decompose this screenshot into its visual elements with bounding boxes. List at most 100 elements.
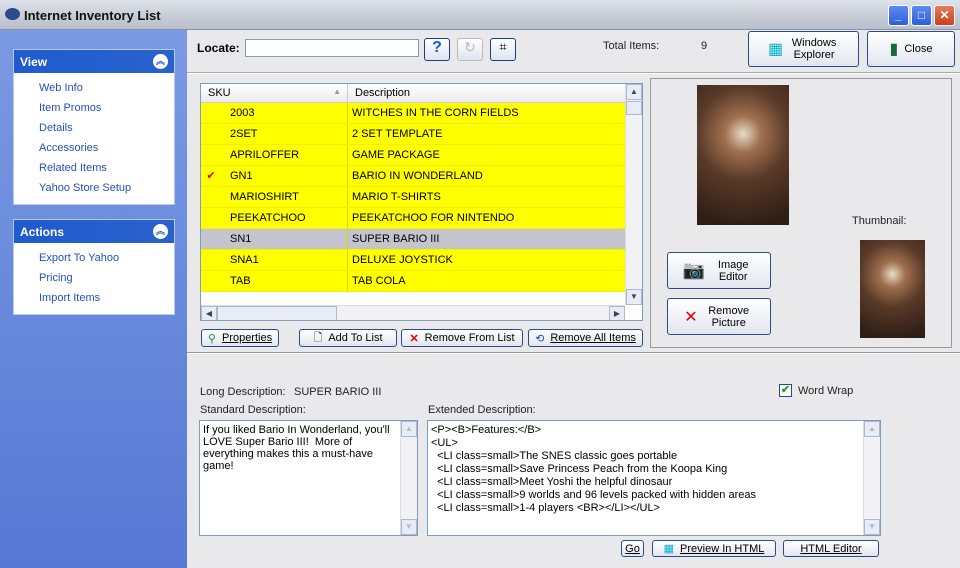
standard-scrollbar[interactable]: ▲ ▼ xyxy=(400,421,417,535)
row-check-icon xyxy=(201,271,221,291)
table-row[interactable]: TAB TAB COLA xyxy=(201,271,642,292)
scroll-left-icon[interactable]: ◀ xyxy=(201,306,217,320)
row-check-icon: ✔ xyxy=(206,170,216,182)
sidebar-item-accessories[interactable]: Accessories xyxy=(14,138,174,158)
collapse-icon[interactable]: ︽ xyxy=(153,54,168,69)
column-header-sku[interactable]: SKU ▲ xyxy=(201,84,348,102)
remove-icon: ✕ xyxy=(409,332,419,345)
actions-panel-header[interactable]: Actions ︽ xyxy=(14,220,174,243)
remove-from-list-button[interactable]: ✕ Remove From List xyxy=(401,329,523,347)
remove-picture-button[interactable]: ✕ Remove Picture xyxy=(667,298,771,335)
table-row[interactable]: APRILOFFER GAME PACKAGE xyxy=(201,145,642,166)
help-button[interactable]: ? xyxy=(424,38,450,61)
scroll-up-icon[interactable]: ▲ xyxy=(626,84,642,100)
add-to-list-button[interactable]: 🗋 Add To List xyxy=(299,329,397,347)
extended-description-label: Extended Description: xyxy=(428,404,536,416)
scroll-down-icon[interactable]: ▼ xyxy=(401,519,417,535)
locate-input[interactable] xyxy=(245,39,419,57)
row-check-icon xyxy=(201,208,221,228)
maximize-button[interactable]: □ xyxy=(911,5,932,26)
sku-cell: SN1 xyxy=(221,229,348,249)
word-wrap-checkbox[interactable]: ✔ xyxy=(779,384,792,397)
redo-button[interactable]: ↻ xyxy=(457,38,483,61)
table-row[interactable]: SNA1 DELUXE JOYSTICK xyxy=(201,250,642,271)
column-header-description[interactable]: Description xyxy=(348,84,642,102)
title-bar: Internet Inventory List _ □ ✕ xyxy=(0,0,960,30)
app-icon xyxy=(5,8,20,20)
table-row[interactable]: SN1 SUPER BARIO III xyxy=(201,229,642,250)
minimize-button[interactable]: _ xyxy=(888,5,909,26)
row-check-icon xyxy=(201,124,221,144)
properties-button[interactable]: ⚲ Properties xyxy=(201,329,279,347)
description-cell: 2 SET TEMPLATE xyxy=(352,128,443,140)
remove-picture-icon: ✕ xyxy=(684,308,698,326)
row-check-icon xyxy=(201,187,221,207)
horizontal-scrollbar[interactable]: ◀ ▶ xyxy=(201,305,625,320)
standard-description-label: Standard Description: xyxy=(200,404,306,416)
table-row[interactable]: PEEKATCHOO PEEKATCHOO FOR NINTENDO xyxy=(201,208,642,229)
divider xyxy=(187,352,960,354)
html-editor-button[interactable]: HTML Editor xyxy=(783,540,879,557)
extended-scrollbar[interactable]: ▲ ▼ xyxy=(863,421,880,535)
sidebar-item-yahoo-store-setup[interactable]: Yahoo Store Setup xyxy=(14,178,174,198)
scroll-up-icon[interactable]: ▲ xyxy=(864,421,880,437)
standard-description-textarea[interactable]: If you liked Bario In Wonderland, you'll… xyxy=(199,420,418,536)
sidebar-item-item-promos[interactable]: Item Promos xyxy=(14,98,174,118)
description-cell: GAME PACKAGE xyxy=(352,149,440,161)
sidebar-item-import-items[interactable]: Import Items xyxy=(14,288,174,308)
sidebar-item-details[interactable]: Details xyxy=(14,118,174,138)
grid-icon: ▦ xyxy=(663,543,675,555)
door-icon: ▮ xyxy=(889,41,899,58)
sort-asc-icon: ▲ xyxy=(333,87,341,96)
scroll-up-icon[interactable]: ▲ xyxy=(401,421,417,437)
sku-cell: TAB xyxy=(221,271,348,291)
description-cell: TAB COLA xyxy=(352,275,406,287)
sidebar-item-export-to-yahoo[interactable]: Export To Yahoo xyxy=(14,248,174,268)
scroll-down-icon[interactable]: ▼ xyxy=(864,519,880,535)
word-wrap-label: Word Wrap xyxy=(798,385,854,397)
extended-description-textarea[interactable]: <P><B>Features:</B> <UL> <LI class=small… xyxy=(427,420,881,536)
locate-label: Locate: xyxy=(197,41,240,55)
vertical-scrollbar[interactable]: ▲ ▼ xyxy=(625,84,642,305)
remove-all-items-button[interactable]: ⟲ Remove All Items xyxy=(528,329,643,347)
grid-rows: 2003 WITCHES IN THE CORN FIELDS 2SET 2 SET … xyxy=(201,103,642,292)
camera-icon: 📷 xyxy=(682,260,706,280)
table-row[interactable]: 2003 WITCHES IN THE CORN FIELDS xyxy=(201,103,642,124)
collapse-icon[interactable]: ︽ xyxy=(153,224,168,239)
sidebar-item-web-info[interactable]: Web Info xyxy=(14,78,174,98)
description-cell: BARIO IN WONDERLAND xyxy=(352,170,483,182)
close-window-button[interactable]: ✕ xyxy=(934,5,955,26)
preview-in-html-button[interactable]: ▦ Preview In HTML xyxy=(652,540,776,557)
sidebar-item-related-items[interactable]: Related Items xyxy=(14,158,174,178)
table-row[interactable]: ✔ GN1 BARIO IN WONDERLAND xyxy=(201,166,642,187)
grid-icon: ▦ xyxy=(767,41,784,58)
search-button[interactable]: ⌗ xyxy=(490,38,516,61)
main-area: Locate: ? ↻ ⌗ Total Items: 9 ▦ Windows Ex… xyxy=(187,30,960,568)
total-items-label: Total Items: xyxy=(603,40,660,52)
close-button[interactable]: ▮ Close xyxy=(867,31,955,67)
actions-title: Actions xyxy=(20,225,65,239)
view-panel-header[interactable]: View ︽ xyxy=(14,50,174,73)
sku-cell: 2SET xyxy=(221,124,348,144)
image-panel: Thumbnail: 📷 Image Editor ✕ Remove Picture xyxy=(650,78,952,348)
table-row[interactable]: 2SET 2 SET TEMPLATE xyxy=(201,124,642,145)
long-description-value: SUPER BARIO III xyxy=(294,386,382,398)
scroll-right-icon[interactable]: ▶ xyxy=(609,306,625,320)
row-check-icon xyxy=(201,250,221,270)
windows-explorer-button[interactable]: ▦ Windows Explorer xyxy=(748,31,859,67)
go-button[interactable]: Go xyxy=(621,540,644,557)
h-scroll-thumb[interactable] xyxy=(217,306,337,320)
grid-header: SKU ▲ Description xyxy=(201,84,642,103)
undo-icon: ⟲ xyxy=(535,332,545,345)
scroll-thumb[interactable] xyxy=(626,101,642,115)
sku-cell: GN1 xyxy=(221,166,348,186)
sku-cell: SNA1 xyxy=(221,250,348,270)
row-check-icon xyxy=(201,103,221,123)
table-row[interactable]: MARIOSHIRT MARIO T-SHIRTS xyxy=(201,187,642,208)
row-check-icon xyxy=(201,229,221,249)
image-editor-button[interactable]: 📷 Image Editor xyxy=(667,252,771,289)
thumbnail-label: Thumbnail: xyxy=(852,215,907,227)
sidebar-item-pricing[interactable]: Pricing xyxy=(14,268,174,288)
scroll-down-icon[interactable]: ▼ xyxy=(626,289,642,305)
binoculars-icon: ⌗ xyxy=(499,39,507,54)
